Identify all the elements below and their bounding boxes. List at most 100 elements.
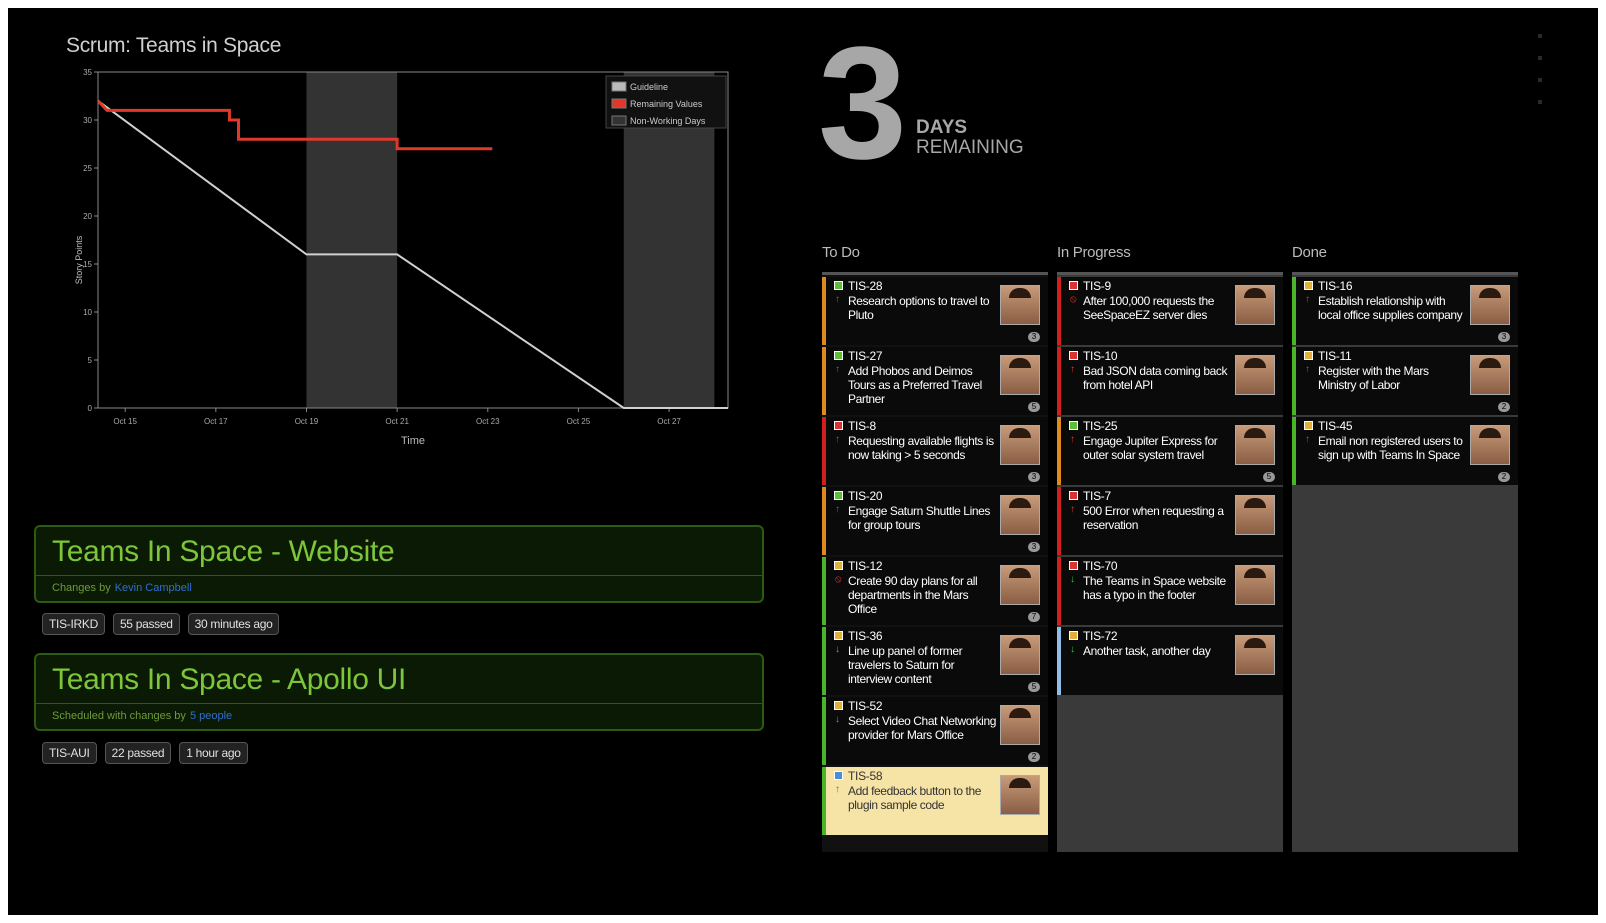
- estimate-badge: 3: [1028, 332, 1040, 342]
- issue-key[interactable]: TIS-25: [1083, 419, 1118, 433]
- divider: [36, 703, 762, 704]
- issue-key[interactable]: TIS-27: [848, 349, 883, 363]
- issue-summary: 500 Error when requesting a reservation: [1083, 504, 1224, 532]
- issue-summary: Email non registered users to sign up wi…: [1318, 434, 1463, 462]
- build-author-link[interactable]: Kevin Campbell: [115, 582, 192, 594]
- page-dot[interactable]: [1538, 56, 1542, 60]
- legend-swatch: [611, 98, 627, 109]
- issue-key[interactable]: TIS-7: [1083, 489, 1111, 503]
- issue-key[interactable]: TIS-45: [1318, 419, 1353, 433]
- issue-card[interactable]: ↓ TIS-52 Select Video Chat Networking prov…: [822, 697, 1048, 765]
- build-title[interactable]: Teams In Space - Website: [52, 535, 395, 569]
- issue-summary: Line up panel of former travelers to Sat…: [848, 644, 963, 686]
- build-author-link[interactable]: 5 people: [190, 710, 232, 722]
- estimate-badge: 3: [1028, 542, 1040, 552]
- build-time-tag: 1 hour ago: [179, 742, 248, 764]
- build-tags: TIS-IRKD 55 passed 30 minutes ago: [42, 613, 280, 635]
- legend-swatch: [611, 81, 627, 92]
- issue-key[interactable]: TIS-58: [848, 769, 883, 783]
- issue-type-icon: [834, 351, 843, 360]
- y-tick-label: 25: [83, 164, 92, 173]
- build-key-tag: TIS-IRKD: [42, 613, 105, 635]
- build-panel-website[interactable]: Teams In Space - Website Changes by Kevin…: [34, 525, 764, 603]
- legend-swatch: [611, 115, 627, 126]
- issue-card[interactable]: ↑ TIS-10 Bad JSON data coming back from ho…: [1057, 347, 1283, 415]
- issue-card[interactable]: ↑ TIS-20 Engage Saturn Shuttle Lines for g…: [822, 487, 1048, 555]
- assignee-avatar: [1000, 425, 1040, 465]
- page-dot[interactable]: [1538, 34, 1542, 38]
- days-remaining-label: DAYS REMAINING: [916, 118, 1024, 158]
- chart-title: Scrum: Teams in Space: [66, 34, 282, 57]
- issue-card[interactable]: ⦸ TIS-12 Create 90 day plans for all depar…: [822, 557, 1048, 625]
- issue-summary: Engage Jupiter Express for outer solar s…: [1083, 434, 1218, 462]
- priority-icon: ↑: [1305, 294, 1310, 305]
- issue-type-icon: [834, 281, 843, 290]
- issue-key[interactable]: TIS-8: [848, 419, 876, 433]
- remaining-values-series: [96, 99, 493, 151]
- issue-key[interactable]: TIS-10: [1083, 349, 1118, 363]
- build-passed-tag: 22 passed: [104, 742, 172, 764]
- issue-card[interactable]: ↓ TIS-36 Line up panel of former travelers…: [822, 627, 1048, 695]
- y-tick-label: 30: [83, 116, 92, 125]
- issue-card[interactable]: ⦸ TIS-9 After 100,000 requests the SeeSpac…: [1057, 277, 1283, 345]
- estimate-badge: 2: [1498, 402, 1510, 412]
- issue-summary: Establish relationship with local office…: [1318, 294, 1463, 322]
- issue-card[interactable]: ↑ TIS-58 Add feedback button to the plugin…: [822, 767, 1048, 835]
- x-tick-label: Oct 17: [204, 417, 228, 426]
- x-tick-label: Oct 23: [476, 417, 500, 426]
- build-panel-apollo-ui[interactable]: Teams In Space - Apollo UI Scheduled wit…: [34, 653, 764, 731]
- issue-card[interactable]: ↑ TIS-16 Establish relationship with local…: [1292, 277, 1518, 345]
- issue-card[interactable]: ↑ TIS-45 Email non registered users to sig…: [1292, 417, 1518, 485]
- legend-label: Remaining Values: [630, 99, 703, 109]
- assignee-avatar: [1000, 565, 1040, 605]
- issue-key[interactable]: TIS-11: [1318, 349, 1352, 363]
- y-axis-label: Story Points: [74, 235, 84, 284]
- build-tags: TIS-AUI 22 passed 1 hour ago: [42, 742, 248, 764]
- issue-type-icon: [1069, 421, 1078, 430]
- issue-key[interactable]: TIS-16: [1318, 279, 1353, 293]
- burndown-chart: 0 5 10 15 20 25 30 35 Oct 15 Oct 17 Oct 19 Oct 21 Oc…: [74, 68, 729, 447]
- issue-key[interactable]: TIS-36: [848, 629, 883, 643]
- estimate-badge: 5: [1263, 472, 1275, 482]
- issue-card[interactable]: ↑ TIS-28 Research options to travel to Plu…: [822, 277, 1048, 345]
- build-title[interactable]: Teams In Space - Apollo UI: [52, 663, 406, 697]
- page-dot[interactable]: [1538, 78, 1542, 82]
- issue-card[interactable]: ↑ TIS-25 Engage Jupiter Express for outer …: [1057, 417, 1283, 485]
- priority-icon: ↑: [835, 434, 840, 445]
- issue-type-icon: [834, 701, 843, 710]
- issue-key[interactable]: TIS-72: [1083, 629, 1118, 643]
- issue-key[interactable]: TIS-28: [848, 279, 883, 293]
- priority-icon: ↓: [1070, 644, 1075, 655]
- y-tick-label: 15: [83, 260, 92, 269]
- estimate-badge: 7: [1028, 612, 1040, 622]
- page-dot[interactable]: [1538, 100, 1542, 104]
- issue-card[interactable]: ↓ TIS-72 Another task, another day: [1057, 627, 1283, 695]
- y-tick-label: 0: [88, 404, 93, 413]
- issue-key[interactable]: TIS-70: [1083, 559, 1118, 573]
- y-tick-label: 20: [83, 212, 92, 221]
- issue-card[interactable]: ↑ TIS-11 Register with the Mars Ministry o…: [1292, 347, 1518, 415]
- build-sub-label: Changes by: [52, 582, 111, 594]
- y-tick-label: 10: [83, 308, 92, 317]
- issue-key[interactable]: TIS-20: [848, 489, 883, 503]
- assignee-avatar: [1235, 635, 1275, 675]
- issue-key[interactable]: TIS-52: [848, 699, 883, 713]
- issue-summary: Create 90 day plans for all departments …: [848, 574, 978, 616]
- issue-key[interactable]: TIS-9: [1083, 279, 1111, 293]
- issue-card[interactable]: ↑ TIS-7 500 Error when requesting a reserv…: [1057, 487, 1283, 555]
- assignee-avatar: [1470, 285, 1510, 325]
- x-tick-label: Oct 15: [113, 417, 137, 426]
- issue-card[interactable]: ↓ TIS-70 The Teams in Space website has a …: [1057, 557, 1283, 625]
- issue-key[interactable]: TIS-12: [848, 559, 883, 573]
- priority-icon: ↓: [1070, 574, 1075, 585]
- build-sub-label: Scheduled with changes by: [52, 710, 186, 722]
- issue-card[interactable]: ↑ TIS-27 Add Phobos and Deimos Tours as a …: [822, 347, 1048, 415]
- assignee-avatar: [1000, 705, 1040, 745]
- assignee-avatar: [1000, 285, 1040, 325]
- issue-card[interactable]: ↑ TIS-8 Requesting available flights is no…: [822, 417, 1048, 485]
- divider: [36, 575, 762, 576]
- assignee-avatar: [1235, 565, 1275, 605]
- build-time-tag: 30 minutes ago: [187, 613, 280, 635]
- non-working-band: [306, 72, 398, 408]
- assignee-avatar: [1000, 355, 1040, 395]
